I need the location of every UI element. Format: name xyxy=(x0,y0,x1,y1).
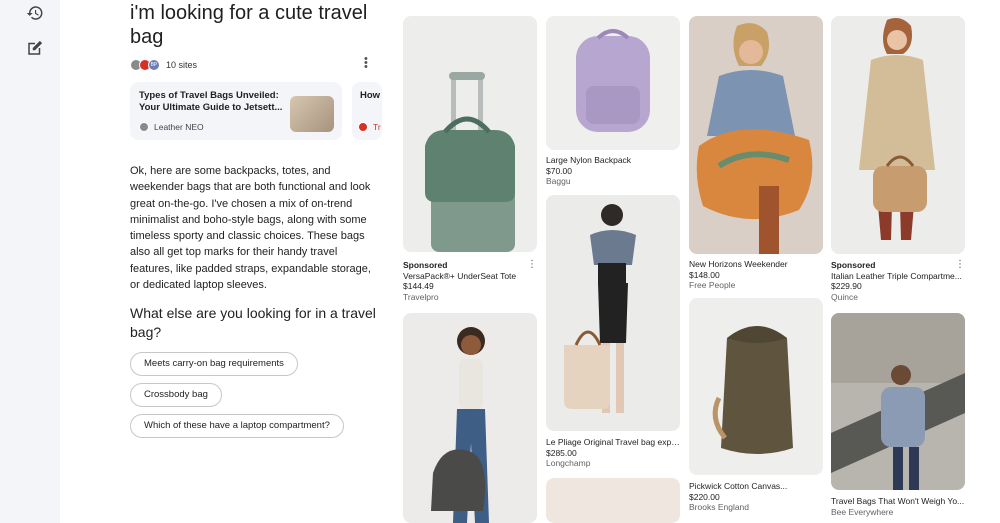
answer-paragraph: Ok, here are some backpacks, totes, and … xyxy=(130,165,371,292)
product-store: Quince xyxy=(831,291,858,302)
product-image xyxy=(403,313,537,523)
product-name: New Horizons Weekender xyxy=(689,259,788,269)
edit-icon[interactable] xyxy=(26,39,44,57)
product-name: Le Pliage Original Travel bag expa... xyxy=(546,437,680,447)
product-image xyxy=(546,478,680,523)
product-store: Brooks England xyxy=(689,502,750,512)
product-image xyxy=(403,16,537,252)
more-options-icon[interactable]: ⋮ xyxy=(955,259,965,271)
conversation-panel: i'm looking for a cute travel bag BP 10 … xyxy=(130,0,382,523)
product-image xyxy=(689,16,823,254)
suggestion-chip[interactable]: Meets carry-on bag requirements xyxy=(130,352,298,376)
sources-count: 10 sites xyxy=(166,60,198,70)
source-card-title: How Feat... xyxy=(360,90,382,101)
product-name: Pickwick Cotton Canvas... xyxy=(689,481,788,491)
product-image xyxy=(689,298,823,475)
source-favicon xyxy=(139,122,149,132)
more-options-icon[interactable]: ⋮ xyxy=(527,259,537,271)
source-card-thumbnail xyxy=(290,96,334,132)
product-image xyxy=(546,16,680,150)
product-name: VersaPack®+ UnderSeat Tote xyxy=(403,270,517,281)
query-title: i'm looking for a cute travel bag xyxy=(130,2,368,48)
product-store: Bee Everywhere xyxy=(831,506,894,517)
product-name: Travel Bags That Won't Weigh Yo... xyxy=(831,496,965,506)
source-card-site: Leather NEO xyxy=(154,122,204,132)
suggestion-chip[interactable]: Crossbody bag xyxy=(130,383,222,407)
more-options-icon[interactable]: • • • xyxy=(364,54,368,73)
product-price: $285.00 xyxy=(546,447,577,458)
product-price: $70.00 xyxy=(546,165,572,176)
sources-summary[interactable]: BP 10 sites xyxy=(130,57,197,73)
sponsored-label: Sponsored xyxy=(831,260,876,270)
product-price: $148.00 xyxy=(689,269,720,280)
suggestion-chip[interactable]: Which of these have a laptop compartment… xyxy=(130,414,344,438)
product-store: Travelpro xyxy=(403,291,439,302)
product-grid: Sponsored VersaPack®+ UnderSeat Tote $14… xyxy=(393,0,1000,523)
product-name: Large Nylon Backpack xyxy=(546,155,632,165)
product-price: $229.90 xyxy=(831,281,862,291)
source-card[interactable]: Types of Travel Bags Unveiled: Your Ulti… xyxy=(130,82,342,140)
side-rail xyxy=(0,0,60,523)
source-card[interactable]: How Feat... Tr xyxy=(352,82,382,140)
product-price: $220.00 xyxy=(689,491,720,502)
product-store: Longchamp xyxy=(546,458,591,468)
source-favicon: BP xyxy=(148,59,160,71)
product-image xyxy=(831,313,965,490)
source-card-title: Types of Travel Bags Unveiled: Your Ulti… xyxy=(139,90,283,113)
product-image xyxy=(831,16,965,254)
followup-question: What else are you looking for in a trave… xyxy=(130,305,376,340)
source-card-site: Tr xyxy=(373,122,381,132)
product-image xyxy=(546,195,680,431)
history-icon[interactable] xyxy=(26,4,44,22)
source-favicon xyxy=(358,122,368,132)
product-price: $144.49 xyxy=(403,281,434,291)
product-store: Baggu xyxy=(546,176,571,186)
product-store: Free People xyxy=(689,280,736,290)
sponsored-label: Sponsored xyxy=(403,260,448,270)
product-name: Italian Leather Triple Compartme... xyxy=(831,270,962,281)
